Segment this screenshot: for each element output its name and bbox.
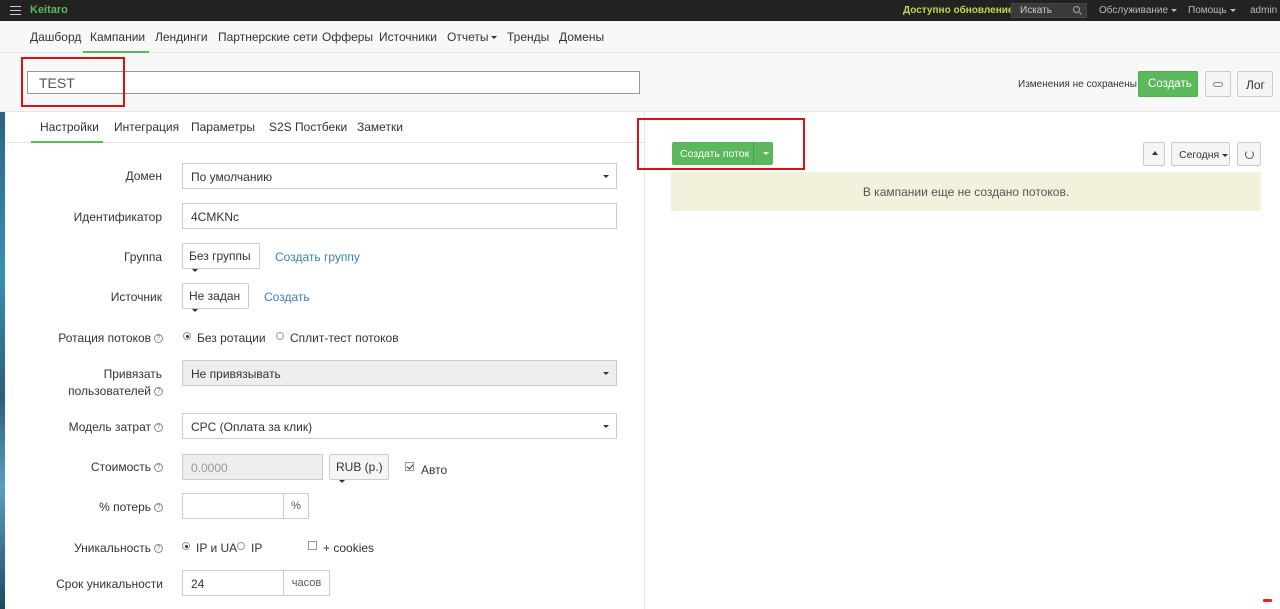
highlight-box-name (21, 57, 125, 107)
tab-active-indicator (31, 141, 103, 143)
create-source-link[interactable]: Создать (264, 290, 310, 304)
log-button[interactable]: Лог (1237, 71, 1273, 97)
menu-icon[interactable] (10, 3, 21, 17)
help-icon[interactable]: ? (154, 334, 163, 344)
domain-select[interactable]: По умолчанию (182, 163, 617, 189)
uniq-period-unit-addon: часов (283, 570, 330, 596)
nav-affiliate-networks[interactable]: Партнерские сети (218, 30, 318, 44)
tab-parameters[interactable]: Параметры (191, 120, 255, 134)
uniq-period-label: Срок уникальности (56, 577, 163, 591)
uniqueness-label: Уникальность? (35, 541, 163, 555)
loss-percent-addon: % (283, 493, 309, 519)
chevron-down-icon (1229, 8, 1236, 12)
update-available-link[interactable]: Доступно обновление! (903, 5, 1017, 16)
help-icon[interactable]: ? (154, 423, 163, 433)
chevron-down-icon (603, 425, 609, 428)
unsaved-status: Изменения не сохранены (1018, 79, 1137, 90)
nav-campaigns[interactable]: Кампании (90, 30, 145, 44)
source-dropdown[interactable]: Не задан (182, 283, 249, 313)
cost-label: Стоимость? (35, 460, 163, 474)
auto-cost-label: Авто (421, 463, 448, 477)
campaign-header: TEST Изменения не сохранены Создать Лог (0, 53, 1280, 112)
top-bar: Keitaro Доступно обновление! Искать Обсл… (0, 0, 1280, 21)
cost-model-select[interactable]: CPC (Оплата за клик) (182, 413, 617, 439)
identifier-label: Идентификатор (73, 210, 162, 224)
rotation-split-label: Сплит-тест потоков (290, 331, 399, 345)
settings-tabs: Настройки Интеграция Параметры S2S Постб… (5, 112, 645, 143)
nav-domains[interactable]: Домены (559, 30, 604, 44)
help-icon[interactable]: ? (154, 544, 163, 554)
tab-integration[interactable]: Интеграция (114, 120, 179, 134)
uniqueness-ip-ua-radio[interactable] (182, 542, 190, 550)
chevron-down-icon (192, 309, 198, 313)
uniqueness-ip-ua-label: IP и UA (196, 541, 238, 555)
nav-trends[interactable]: Тренды (507, 30, 549, 44)
period-dropdown[interactable]: Сегодня (1171, 142, 1230, 166)
highlight-box-stream (637, 118, 805, 170)
user-menu[interactable]: admin (1250, 5, 1277, 16)
nav-reports[interactable]: Отчеты (447, 30, 498, 44)
refresh-button[interactable] (1237, 142, 1261, 166)
collapse-button[interactable] (1143, 142, 1165, 166)
search-icon (1073, 6, 1080, 13)
loss-label: % потерь? (35, 500, 163, 514)
chevron-down-icon (603, 372, 609, 375)
auto-cost-checkbox[interactable] (405, 462, 414, 471)
chevron-down-icon (1222, 153, 1229, 157)
corner-indicator (1263, 599, 1272, 602)
link-button[interactable] (1205, 71, 1231, 97)
cookies-label: + cookies (323, 541, 375, 555)
cookies-checkbox[interactable] (308, 541, 317, 550)
main-nav: Дашборд Кампании Лендинги Партнерские се… (0, 21, 1280, 53)
nav-dashboard[interactable]: Дашборд (30, 30, 81, 44)
chevron-down-icon (491, 36, 498, 40)
uniqueness-ip-label: IP (251, 541, 263, 555)
link-icon (1213, 82, 1223, 87)
tab-s2s-postbacks[interactable]: S2S Постбеки (269, 120, 347, 134)
help-icon[interactable]: ? (154, 463, 163, 473)
bind-users-label-line1: Привязать (103, 367, 162, 381)
domain-label: Домен (125, 169, 163, 183)
group-dropdown[interactable]: Без группы (182, 243, 260, 273)
settings-panel: Настройки Интеграция Параметры S2S Постб… (5, 112, 645, 609)
streams-panel: Создать поток Сегодня В кампании еще не … (646, 112, 1280, 609)
cost-input[interactable]: 0.0000 (182, 454, 323, 480)
group-label: Группа (123, 250, 162, 264)
no-streams-alert: В кампании еще не создано потоков. (671, 172, 1261, 211)
create-group-link[interactable]: Создать группу (275, 250, 360, 264)
chevron-down-icon (1171, 8, 1178, 12)
chevron-down-icon (603, 175, 609, 178)
source-label: Источник (110, 290, 162, 304)
help-menu[interactable]: Помощь (1188, 5, 1236, 16)
brand-logo[interactable]: Keitaro (30, 4, 68, 16)
rotation-label: Ротация потоков? (35, 331, 163, 345)
rotation-none-radio[interactable] (183, 332, 191, 340)
chevron-down-icon (339, 480, 345, 484)
rotation-split-radio[interactable] (276, 332, 284, 340)
rotation-none-label: Без ротации (197, 331, 266, 345)
nav-landings[interactable]: Лендинги (155, 30, 208, 44)
create-campaign-button[interactable]: Создать (1138, 71, 1198, 97)
loss-input[interactable] (182, 493, 284, 519)
search-placeholder: Искать (1020, 5, 1052, 16)
maintenance-menu[interactable]: Обслуживание (1099, 5, 1178, 16)
tab-settings[interactable]: Настройки (40, 120, 99, 134)
currency-dropdown[interactable]: RUB (р.) (329, 454, 389, 484)
uniqueness-ip-radio[interactable] (237, 542, 245, 550)
search-input[interactable]: Искать (1011, 3, 1087, 18)
identifier-input[interactable]: 4CMKNc (182, 203, 617, 229)
help-icon[interactable]: ? (154, 503, 163, 513)
chevron-down-icon (192, 269, 198, 273)
uniq-period-input[interactable]: 24 (182, 570, 284, 596)
tab-notes[interactable]: Заметки (357, 120, 403, 134)
bind-users-select[interactable]: Не привязывать (182, 360, 617, 386)
nav-sources[interactable]: Источники (379, 30, 437, 44)
refresh-icon (1245, 150, 1254, 159)
nav-offers[interactable]: Офферы (322, 30, 373, 44)
help-icon[interactable]: ? (154, 387, 163, 397)
chevron-up-icon (1152, 151, 1158, 155)
bind-users-label-line2: пользователей? (35, 384, 163, 398)
cost-model-label: Модель затрат? (35, 420, 163, 434)
